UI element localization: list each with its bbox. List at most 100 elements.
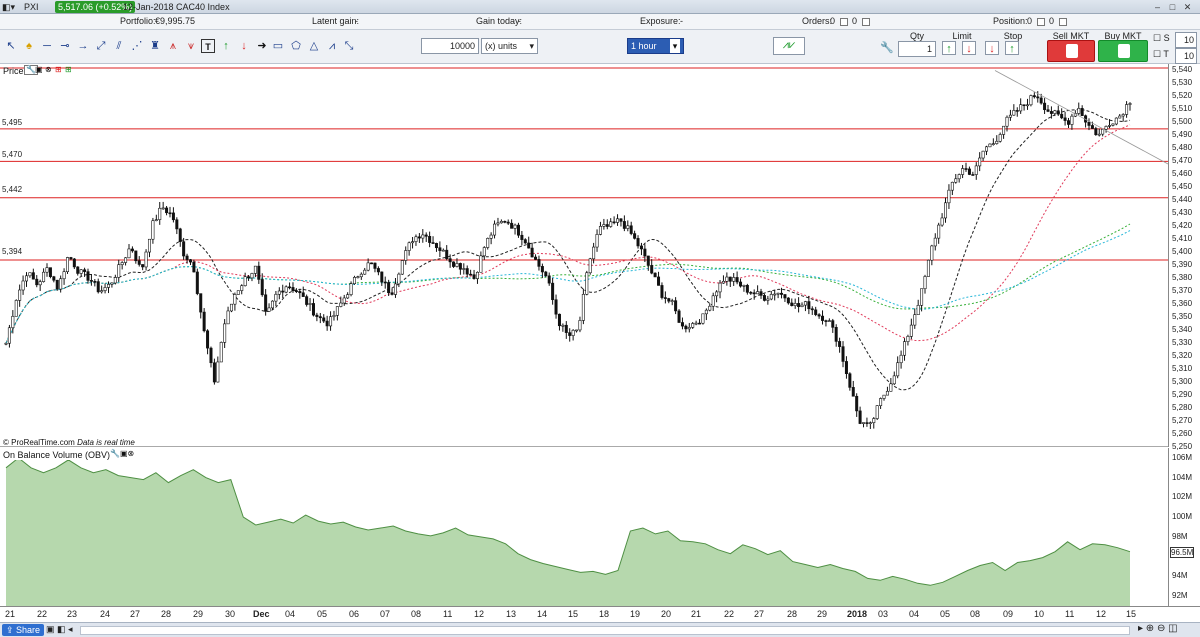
time-tick-label: 10 <box>1034 609 1045 619</box>
channel-icon[interactable]: ⫽ <box>112 39 126 53</box>
orders-list-box[interactable] <box>860 16 870 26</box>
obv-y-axis[interactable]: 106M 104M 102M 100M 98M 96.5M 94M 92M <box>1168 448 1200 606</box>
wrench-icon[interactable]: 🔧 <box>880 41 894 55</box>
trendline[interactable] <box>994 70 1168 165</box>
candle-body <box>783 294 787 299</box>
obv-chart[interactable] <box>0 448 1168 606</box>
time-x-axis[interactable]: 21 22 23 24 27 28 29 30 Dec 04 05 06 07 08 11 12 13 14 15 1… <box>0 606 1200 622</box>
candle-body <box>168 212 172 215</box>
candle-body <box>745 285 749 293</box>
time-tick-label: 23 <box>67 609 78 619</box>
zigzag-icon[interactable]: ⩘ <box>325 39 339 53</box>
orders-box[interactable] <box>838 16 848 26</box>
candle-body <box>537 259 541 267</box>
close-circle-icon[interactable]: ⊗ <box>45 65 52 74</box>
right-arrow-icon[interactable]: ➜ <box>255 39 269 53</box>
fibonacci-icon[interactable]: ⩚ <box>166 39 180 53</box>
candle-body <box>947 189 951 204</box>
app-menu-icon[interactable]: ◧▾ <box>2 1 15 13</box>
s-input[interactable]: 10 <box>1175 32 1197 48</box>
candle-body <box>1087 121 1091 126</box>
candle-body <box>383 281 387 284</box>
obv-pane[interactable]: On Balance Volume (OBV) 🔧▣⊗ <box>0 448 1168 606</box>
status-icons[interactable]: ▣ ◧ ◂ <box>46 624 73 635</box>
delete-icon[interactable]: ♜ <box>148 39 162 53</box>
time-tick-label: 12 <box>1096 609 1107 619</box>
t-input[interactable]: 10 <box>1175 48 1197 64</box>
s-checkbox[interactable]: ☐ S <box>1153 33 1170 44</box>
add-indicator-icon[interactable]: ⊞ <box>65 65 72 74</box>
window-icon[interactable]: ▣ <box>35 65 43 74</box>
candle-body <box>527 242 531 249</box>
candle-body <box>844 361 848 375</box>
pointer-icon[interactable]: ↖ <box>4 39 18 53</box>
units-select[interactable]: (x) units ▾ <box>481 38 538 54</box>
price-y-axis[interactable]: 5,540 5,530 5,520 5,510 5,500 5,490 5,480 5,470… <box>1168 64 1200 451</box>
timeframe-select[interactable]: 1 hour ▾ <box>627 38 684 54</box>
buy-mkt-button[interactable] <box>1098 40 1148 62</box>
buy-icon <box>1118 44 1130 58</box>
price-tick-label: 5,540 <box>1172 65 1193 75</box>
candle-body <box>814 309 818 315</box>
stop-buy-icon[interactable]: ↑ <box>1005 41 1019 55</box>
price-tick-label: 5,370 <box>1172 286 1193 296</box>
position-list-box[interactable] <box>1057 16 1067 26</box>
horizontal-line-icon[interactable]: ─ <box>40 39 54 53</box>
candle-body <box>657 276 661 286</box>
segment-icon[interactable]: ⊸ <box>58 39 72 53</box>
candle-body <box>489 234 493 239</box>
ray-icon[interactable]: → <box>76 39 90 53</box>
triangle-icon[interactable]: △ <box>307 39 321 53</box>
candle-body <box>711 295 715 307</box>
quantity-input[interactable]: 10000 <box>421 38 479 54</box>
zoom-controls[interactable]: ▸ ⊕ ⊖ ◫ <box>1138 623 1178 634</box>
time-tick-label: 05 <box>317 609 328 619</box>
candle-body <box>964 168 968 170</box>
time-tick-label: 08 <box>970 609 981 619</box>
order-qty-input[interactable]: 1 <box>898 41 936 57</box>
maximize-icon[interactable]: □ <box>1167 2 1178 12</box>
polygon-icon[interactable]: ⬠ <box>289 39 303 53</box>
minimize-icon[interactable]: – <box>1152 2 1163 12</box>
buy-arrow-icon[interactable]: ↑ <box>219 39 233 53</box>
candle-body <box>978 157 982 167</box>
rectangle-icon[interactable]: ▭ <box>271 39 285 53</box>
candle-body <box>961 168 965 175</box>
limit-buy-icon[interactable]: ↑ <box>942 41 956 55</box>
candle-body <box>838 341 842 347</box>
gann-icon[interactable]: ⩛ <box>184 39 198 53</box>
stop-sell-icon[interactable]: ↓ <box>985 41 999 55</box>
measure-icon[interactable]: ⤡ <box>342 39 356 53</box>
horizontal-scrollbar[interactable] <box>80 626 1130 635</box>
candle-body <box>503 221 507 223</box>
price-chart[interactable] <box>0 64 1168 447</box>
candle-body <box>253 265 257 274</box>
chart-style-icon[interactable]: ⩘⩗ <box>773 37 805 55</box>
price-pane[interactable]: Price 🔧 ▣ ⊗ ⊞ ⊞ 5,495 5,470 5,442 5,394 … <box>0 64 1168 447</box>
candle-body <box>513 224 517 229</box>
text-tool-icon[interactable]: T <box>201 39 215 53</box>
price-tick-label: 5,400 <box>1172 247 1193 257</box>
settings-icon[interactable]: 🔧▣⊗ <box>110 449 135 458</box>
moving-average-line <box>5 223 1131 344</box>
candle-body <box>568 332 572 336</box>
candle-body <box>588 258 592 274</box>
t-checkbox[interactable]: ☐ T <box>1153 49 1169 60</box>
limit-sell-icon[interactable]: ↓ <box>962 41 976 55</box>
candle-body <box>428 235 432 243</box>
sell-arrow-icon[interactable]: ↓ <box>237 39 251 53</box>
share-button[interactable]: ⇪ Share <box>2 624 45 636</box>
sell-mkt-button[interactable] <box>1047 40 1095 62</box>
alert-bell-icon[interactable]: ♠ <box>22 39 36 53</box>
candle-body <box>458 263 462 270</box>
candle-body <box>1046 109 1050 112</box>
trendline-icon[interactable]: ⤢ <box>94 39 108 53</box>
candle-body <box>499 221 503 224</box>
fan-icon[interactable]: ⋰ <box>130 39 144 53</box>
candle-body <box>175 219 179 230</box>
add-indicator-icon[interactable]: ⊞ <box>55 65 62 74</box>
time-tick-label: 19 <box>630 609 641 619</box>
close-icon[interactable]: ✕ <box>1182 2 1193 12</box>
position-box[interactable] <box>1035 16 1045 26</box>
candle-body <box>742 285 746 287</box>
